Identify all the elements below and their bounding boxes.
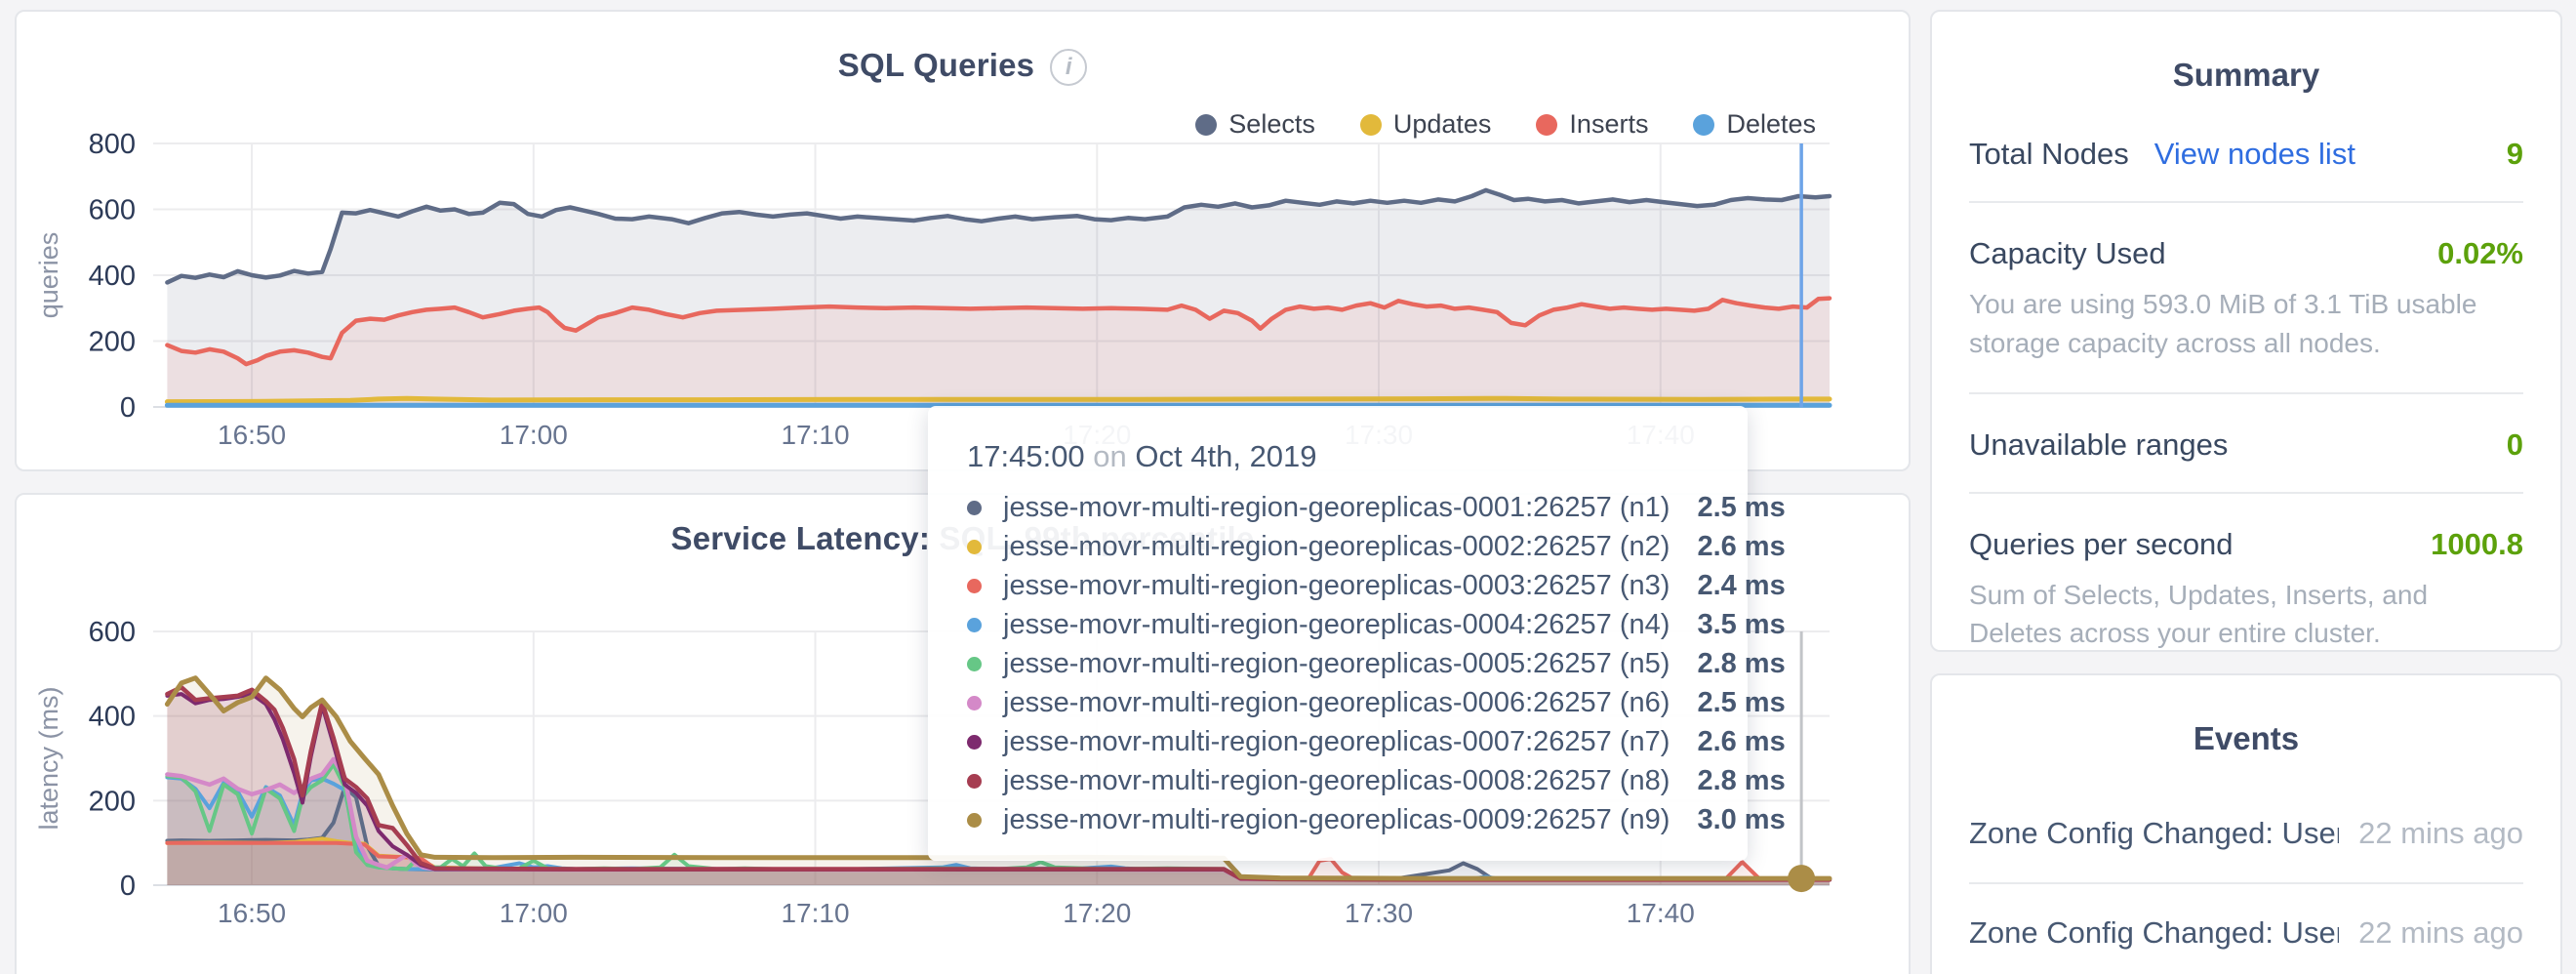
tooltip-node-row: jesse-movr-multi-region-georeplicas-0007… bbox=[967, 722, 1709, 761]
svg-text:600: 600 bbox=[89, 195, 136, 226]
summary-value: 0 bbox=[2507, 427, 2523, 463]
node-latency-value: 2.4 ms bbox=[1697, 570, 1785, 602]
view-nodes-list-link[interactable]: View nodes list bbox=[2154, 137, 2355, 172]
svg-text:0: 0 bbox=[120, 871, 136, 902]
event-time: 22 mins ago bbox=[2358, 816, 2523, 851]
svg-text:17:30: 17:30 bbox=[1345, 898, 1413, 928]
tooltip-node-row: jesse-movr-multi-region-georeplicas-0004… bbox=[967, 605, 1709, 644]
summary-subtext: Sum of Selects, Updates, Inserts, and De… bbox=[1969, 576, 2523, 654]
summary-row: Total Nodes View nodes list 9 bbox=[1969, 103, 2523, 203]
node-latency-value: 3.5 ms bbox=[1697, 609, 1785, 641]
summary-value: 0.02% bbox=[2437, 236, 2523, 271]
summary-row: Unavailable ranges 0 bbox=[1969, 394, 2523, 494]
svg-text:0: 0 bbox=[120, 392, 136, 424]
tooltip-node-row: jesse-movr-multi-region-georeplicas-0001… bbox=[967, 488, 1709, 527]
event-label: Zone Config Changed: User… bbox=[1969, 915, 2339, 951]
chart-hover-tooltip: 17:45:00 on Oct 4th, 2019 jesse-movr-mul… bbox=[928, 406, 1748, 861]
tooltip-header: 17:45:00 on Oct 4th, 2019 bbox=[967, 439, 1709, 474]
tooltip-time: 17:45:00 bbox=[967, 439, 1085, 473]
area-Inserts bbox=[167, 299, 1830, 407]
node-latency-value: 2.8 ms bbox=[1697, 648, 1785, 680]
events-title: Events bbox=[1932, 675, 2560, 757]
node-latency-value: 3.0 ms bbox=[1697, 804, 1785, 836]
svg-text:600: 600 bbox=[89, 617, 136, 648]
node-color-dot-icon bbox=[967, 501, 982, 515]
hover-point-dot bbox=[1788, 865, 1815, 892]
summary-label: Unavailable ranges bbox=[1969, 427, 2228, 463]
node-color-dot-icon bbox=[967, 696, 982, 710]
tooltip-node-row: jesse-movr-multi-region-georeplicas-0009… bbox=[967, 800, 1709, 839]
x-axis-labels: 16:50 17:00 17:10 17:20 17:30 17:40 bbox=[218, 898, 1695, 928]
svg-text:400: 400 bbox=[89, 261, 136, 292]
series-areas bbox=[167, 190, 1830, 407]
tooltip-on-word: on bbox=[1093, 439, 1135, 473]
node-color-dot-icon bbox=[967, 540, 982, 554]
node-name: jesse-movr-multi-region-georeplicas-0008… bbox=[1003, 765, 1670, 797]
y-axis-labels: 0 200 400 600 800 bbox=[89, 129, 136, 424]
tooltip-node-row: jesse-movr-multi-region-georeplicas-0006… bbox=[967, 683, 1709, 722]
tooltip-node-row: jesse-movr-multi-region-georeplicas-0005… bbox=[967, 644, 1709, 683]
summary-title: Summary bbox=[1932, 12, 2560, 94]
node-color-dot-icon bbox=[967, 735, 982, 750]
y-axis-labels: 0 200 400 600 bbox=[89, 617, 136, 902]
node-color-dot-icon bbox=[967, 657, 982, 671]
svg-text:200: 200 bbox=[89, 786, 136, 817]
summary-panel: Summary Total Nodes View nodes list 9 Capac… bbox=[1930, 10, 2562, 652]
node-name: jesse-movr-multi-region-georeplicas-0002… bbox=[1003, 531, 1670, 563]
summary-subtext: You are using 593.0 MiB of 3.1 TiB usabl… bbox=[1969, 285, 2523, 363]
sql-queries-panel: SQL Queriesi SelectsUpdatesInsertsDelete… bbox=[15, 10, 1911, 471]
svg-text:800: 800 bbox=[89, 129, 136, 160]
tooltip-node-row: jesse-movr-multi-region-georeplicas-0008… bbox=[967, 761, 1709, 800]
node-name: jesse-movr-multi-region-georeplicas-0006… bbox=[1003, 687, 1670, 719]
summary-label: Total Nodes bbox=[1969, 137, 2129, 172]
node-name: jesse-movr-multi-region-georeplicas-0005… bbox=[1003, 648, 1670, 680]
node-name: jesse-movr-multi-region-georeplicas-0001… bbox=[1003, 492, 1670, 524]
event-label: Zone Config Changed: User… bbox=[1969, 816, 2339, 851]
y-axis-unit-label: queries bbox=[34, 232, 63, 319]
svg-text:17:10: 17:10 bbox=[781, 420, 849, 450]
node-name: jesse-movr-multi-region-georeplicas-0009… bbox=[1003, 804, 1670, 836]
node-color-dot-icon bbox=[967, 618, 982, 632]
node-latency-value: 2.8 ms bbox=[1697, 765, 1785, 797]
node-latency-value: 2.5 ms bbox=[1697, 492, 1785, 524]
sql-queries-chart[interactable]: 020040060080016:5017:0017:1017:2017:3017… bbox=[17, 12, 1912, 473]
node-name: jesse-movr-multi-region-georeplicas-0007… bbox=[1003, 726, 1670, 758]
svg-text:17:00: 17:00 bbox=[500, 420, 568, 450]
tooltip-node-list: jesse-movr-multi-region-georeplicas-0001… bbox=[967, 488, 1709, 839]
node-latency-value: 2.5 ms bbox=[1697, 687, 1785, 719]
node-color-dot-icon bbox=[967, 813, 982, 828]
svg-text:16:50: 16:50 bbox=[218, 420, 286, 450]
tooltip-node-row: jesse-movr-multi-region-georeplicas-0002… bbox=[967, 527, 1709, 566]
tooltip-date: Oct 4th, 2019 bbox=[1135, 439, 1316, 473]
node-name: jesse-movr-multi-region-georeplicas-0003… bbox=[1003, 570, 1670, 602]
summary-value: 1000.8 bbox=[2431, 527, 2523, 562]
event-row[interactable]: Zone Config Changed: User… 22 mins ago bbox=[1969, 785, 2523, 884]
svg-text:16:50: 16:50 bbox=[218, 898, 286, 928]
svg-text:17:00: 17:00 bbox=[500, 898, 568, 928]
node-color-dot-icon bbox=[967, 774, 982, 789]
summary-label: Capacity Used bbox=[1969, 236, 2166, 271]
summary-value: 9 bbox=[2507, 137, 2523, 172]
svg-text:17:20: 17:20 bbox=[1063, 898, 1131, 928]
tooltip-node-row: jesse-movr-multi-region-georeplicas-0003… bbox=[967, 566, 1709, 605]
node-latency-value: 2.6 ms bbox=[1697, 726, 1785, 758]
summary-row: Queries per second 1000.8 Sum of Selects, … bbox=[1969, 494, 2523, 685]
event-row[interactable]: Zone Config Changed: User… 22 mins ago bbox=[1969, 884, 2523, 974]
node-color-dot-icon bbox=[967, 579, 982, 593]
summary-row: Capacity Used 0.02% You are using 593.0 Mi… bbox=[1969, 203, 2523, 394]
summary-label: Queries per second bbox=[1969, 527, 2234, 562]
y-axis-unit-label: latency (ms) bbox=[34, 686, 63, 830]
node-name: jesse-movr-multi-region-georeplicas-0004… bbox=[1003, 609, 1670, 641]
svg-text:200: 200 bbox=[89, 327, 136, 358]
event-rows: Zone Config Changed: User…22 mins agoZon… bbox=[1932, 757, 2560, 974]
event-time: 22 mins ago bbox=[2358, 915, 2523, 951]
svg-text:17:40: 17:40 bbox=[1627, 898, 1695, 928]
node-latency-value: 2.6 ms bbox=[1697, 531, 1785, 563]
svg-text:17:10: 17:10 bbox=[781, 898, 849, 928]
events-panel: Events Zone Config Changed: User… 22 mins… bbox=[1930, 673, 2562, 974]
svg-text:400: 400 bbox=[89, 702, 136, 733]
